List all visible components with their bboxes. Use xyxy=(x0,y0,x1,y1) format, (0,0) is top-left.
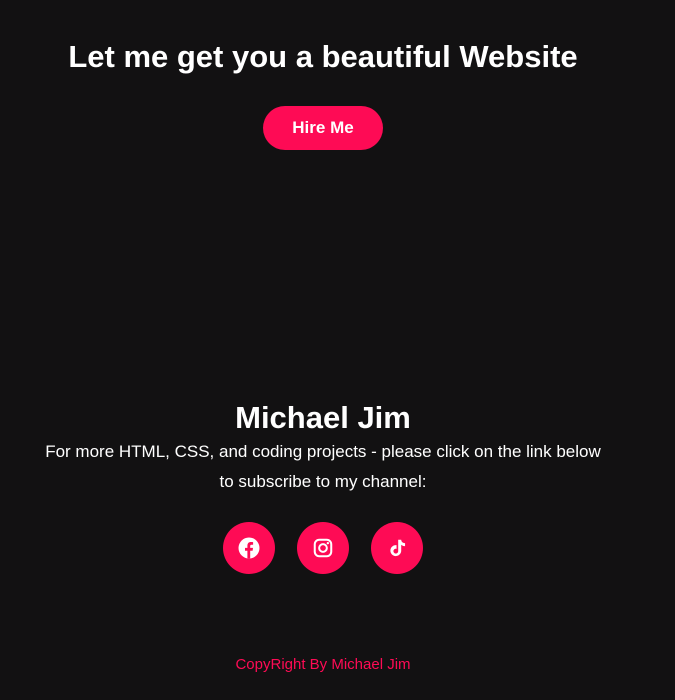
hire-me-button[interactable]: Hire Me xyxy=(263,106,383,150)
profile-name: Michael Jim xyxy=(235,400,411,435)
facebook-icon xyxy=(238,537,260,559)
copyright-text: CopyRight By Michael Jim xyxy=(235,656,411,673)
page: Let me get you a beautiful Website Hire … xyxy=(0,0,675,700)
social-links xyxy=(223,522,423,574)
facebook-link[interactable] xyxy=(223,522,275,574)
profile-description: For more HTML, CSS, and coding projects … xyxy=(45,442,601,491)
hero-title: Let me get you a beautiful Website xyxy=(68,39,578,74)
instagram-icon xyxy=(313,538,333,558)
instagram-link[interactable] xyxy=(297,522,349,574)
tiktok-link[interactable] xyxy=(371,522,423,574)
tiktok-icon xyxy=(390,539,406,557)
